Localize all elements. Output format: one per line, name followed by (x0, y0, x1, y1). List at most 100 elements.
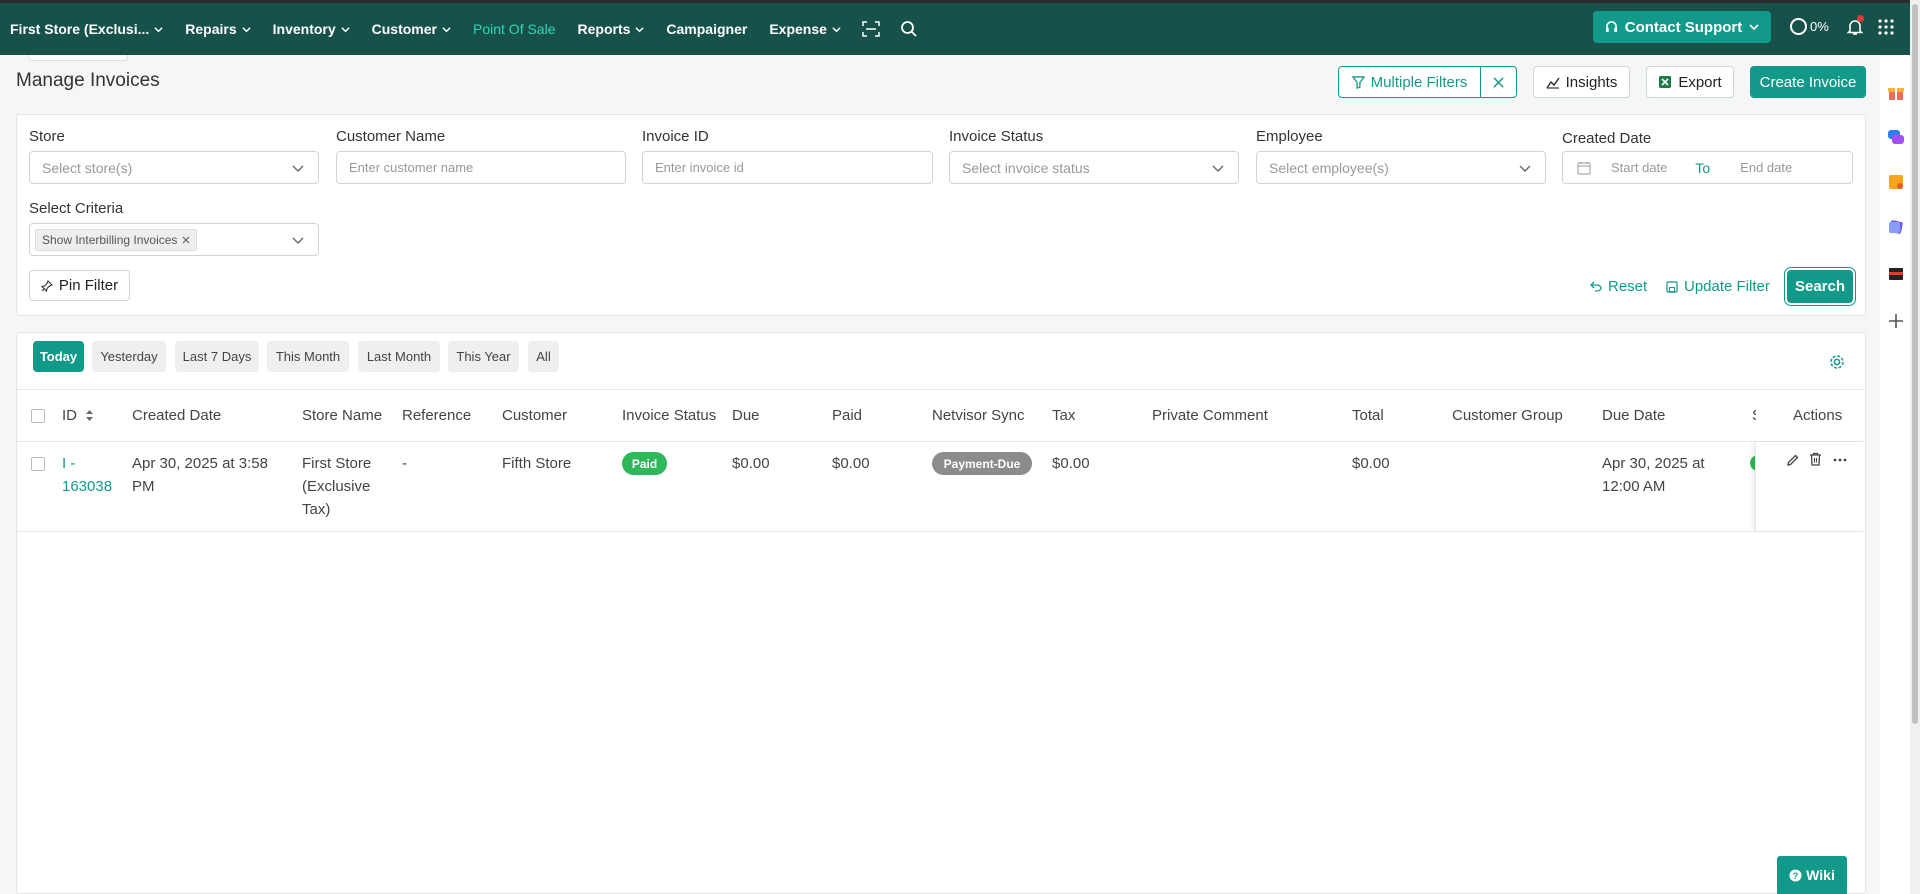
chevron-down-icon (154, 26, 163, 32)
store-name-line: (Exclusive (302, 478, 371, 495)
column-header-netvisor-sync[interactable]: Netvisor Sync (932, 407, 1025, 424)
export-button[interactable]: Export (1646, 66, 1734, 98)
help-circle-icon: ? (1789, 868, 1802, 882)
created-date-line: Apr 30, 2025 at 3:58 (132, 455, 268, 472)
invoice-id-line: I - (62, 455, 76, 472)
notification-bell-icon[interactable] (1846, 15, 1864, 39)
create-invoice-button[interactable]: Create Invoice (1750, 66, 1866, 98)
insights-button[interactable]: Insights (1533, 66, 1630, 98)
search-button[interactable]: Search (1787, 270, 1853, 303)
apps-grid-icon[interactable] (1878, 19, 1894, 38)
criteria-select[interactable]: Show Interbilling Invoices (29, 223, 319, 256)
chip-remove-icon[interactable] (182, 236, 190, 244)
nav-customer[interactable]: Customer (361, 21, 462, 37)
multiple-filters-label: Multiple Filters (1370, 73, 1468, 91)
reset-button[interactable]: Reset (1590, 278, 1647, 295)
column-header-id[interactable]: ID (62, 407, 94, 424)
chevron-down-icon (442, 26, 451, 32)
notification-dot (1857, 15, 1864, 22)
status-badge: Paid (622, 452, 667, 475)
progress-ring-icon (1790, 18, 1807, 35)
column-header-actions: Actions (1793, 407, 1843, 424)
period-yesterday[interactable]: Yesterday (92, 341, 166, 372)
column-header-label: ID (62, 407, 77, 424)
page-scrollbar[interactable] (1910, 0, 1920, 894)
scrollbar-thumb[interactable] (1912, 4, 1918, 724)
wallet-icon[interactable] (1887, 265, 1905, 283)
nav-point-of-sale[interactable]: Point Of Sale (462, 21, 567, 37)
invoice-id-link[interactable]: I - 163038 (62, 452, 112, 498)
nav-reports[interactable]: Reports (567, 21, 656, 37)
nav-label: Inventory (272, 21, 336, 37)
clear-filters-button[interactable] (1480, 66, 1517, 98)
employee-select[interactable]: Select employee(s) (1256, 151, 1546, 184)
chat-icon[interactable] (1887, 128, 1905, 146)
column-header-paid[interactable]: Paid (832, 407, 862, 424)
nav-repairs[interactable]: Repairs (174, 21, 261, 37)
period-all[interactable]: All (528, 341, 559, 372)
select-all-checkbox[interactable] (31, 409, 45, 423)
save-icon (1666, 280, 1678, 293)
column-header-tax[interactable]: Tax (1052, 407, 1075, 424)
progress-indicator[interactable]: 0% (1790, 18, 1829, 35)
customer-name-input[interactable]: Enter customer name (336, 151, 626, 184)
edit-pencil-icon[interactable] (1786, 453, 1800, 467)
divider (17, 531, 1865, 532)
search-icon[interactable] (890, 20, 928, 38)
chevron-down-icon (832, 26, 841, 32)
nav-campaigner[interactable]: Campaigner (655, 21, 758, 37)
wiki-button[interactable]: ? Wiki (1777, 856, 1847, 894)
multiple-filters-button[interactable]: Multiple Filters (1338, 66, 1481, 98)
plus-icon[interactable] (1887, 312, 1905, 330)
divider (17, 441, 1865, 442)
page-title: Manage Invoices (16, 70, 160, 91)
pin-filter-button[interactable]: Pin Filter (29, 270, 130, 301)
start-date-placeholder[interactable]: Start date (1611, 160, 1667, 175)
store-select-placeholder: Select store(s) (42, 159, 133, 176)
period-this-month[interactable]: This Month (267, 341, 349, 372)
notes-icon[interactable] (1887, 173, 1905, 191)
end-date-placeholder[interactable]: End date (1740, 160, 1792, 175)
store-name-cell: First Store (Exclusive Tax) (302, 452, 371, 521)
column-header-reference[interactable]: Reference (402, 407, 471, 424)
chevron-down-icon (1749, 24, 1759, 31)
column-header-customer-group[interactable]: Customer Group (1452, 407, 1563, 424)
nav-inventory[interactable]: Inventory (262, 21, 361, 37)
column-header-total[interactable]: Total (1352, 407, 1384, 424)
nav-expense[interactable]: Expense (758, 21, 852, 37)
reference-cell: - (402, 455, 407, 472)
period-last-month[interactable]: Last Month (358, 341, 440, 372)
column-header-store-name[interactable]: Store Name (302, 407, 382, 424)
due-date-line: 12:00 AM (1602, 478, 1666, 495)
employee-placeholder: Select employee(s) (1269, 159, 1389, 176)
created-date-filter-label: Created Date (1562, 130, 1652, 147)
customer-name-placeholder: Enter customer name (349, 160, 474, 175)
cards-icon[interactable] (1887, 218, 1905, 236)
period-last-7-days[interactable]: Last 7 Days (175, 341, 259, 372)
export-label: Export (1678, 73, 1722, 91)
period-this-year[interactable]: This Year (448, 341, 519, 372)
column-header-due-date[interactable]: Due Date (1602, 407, 1665, 424)
table-settings-gear-icon[interactable] (1829, 354, 1845, 370)
gift-icon[interactable] (1887, 83, 1905, 101)
column-header-private-comment[interactable]: Private Comment (1152, 407, 1268, 424)
close-icon (1493, 76, 1504, 88)
update-filter-button[interactable]: Update Filter (1666, 278, 1770, 295)
column-header-created-date[interactable]: Created Date (132, 407, 221, 424)
row-checkbox[interactable] (31, 457, 45, 471)
column-header-truncated[interactable]: S (1752, 407, 1756, 424)
delete-trash-icon[interactable] (1809, 452, 1822, 466)
column-header-customer[interactable]: Customer (502, 407, 567, 424)
store-selector[interactable]: First Store (Exclusi... (0, 21, 174, 37)
svg-text:?: ? (1793, 870, 1799, 880)
invoice-status-select[interactable]: Select invoice status (949, 151, 1239, 184)
created-date-range[interactable]: Start date To End date (1562, 151, 1853, 184)
more-options-icon[interactable] (1833, 458, 1847, 462)
invoice-id-input[interactable]: Enter invoice id (642, 151, 933, 184)
barcode-scan-icon[interactable] (852, 21, 890, 37)
column-header-invoice-status[interactable]: Invoice Status (622, 407, 716, 424)
contact-support-button[interactable]: Contact Support (1593, 11, 1771, 43)
column-header-due[interactable]: Due (732, 407, 760, 424)
period-today[interactable]: Today (33, 341, 84, 372)
store-select[interactable]: Select store(s) (29, 151, 319, 184)
